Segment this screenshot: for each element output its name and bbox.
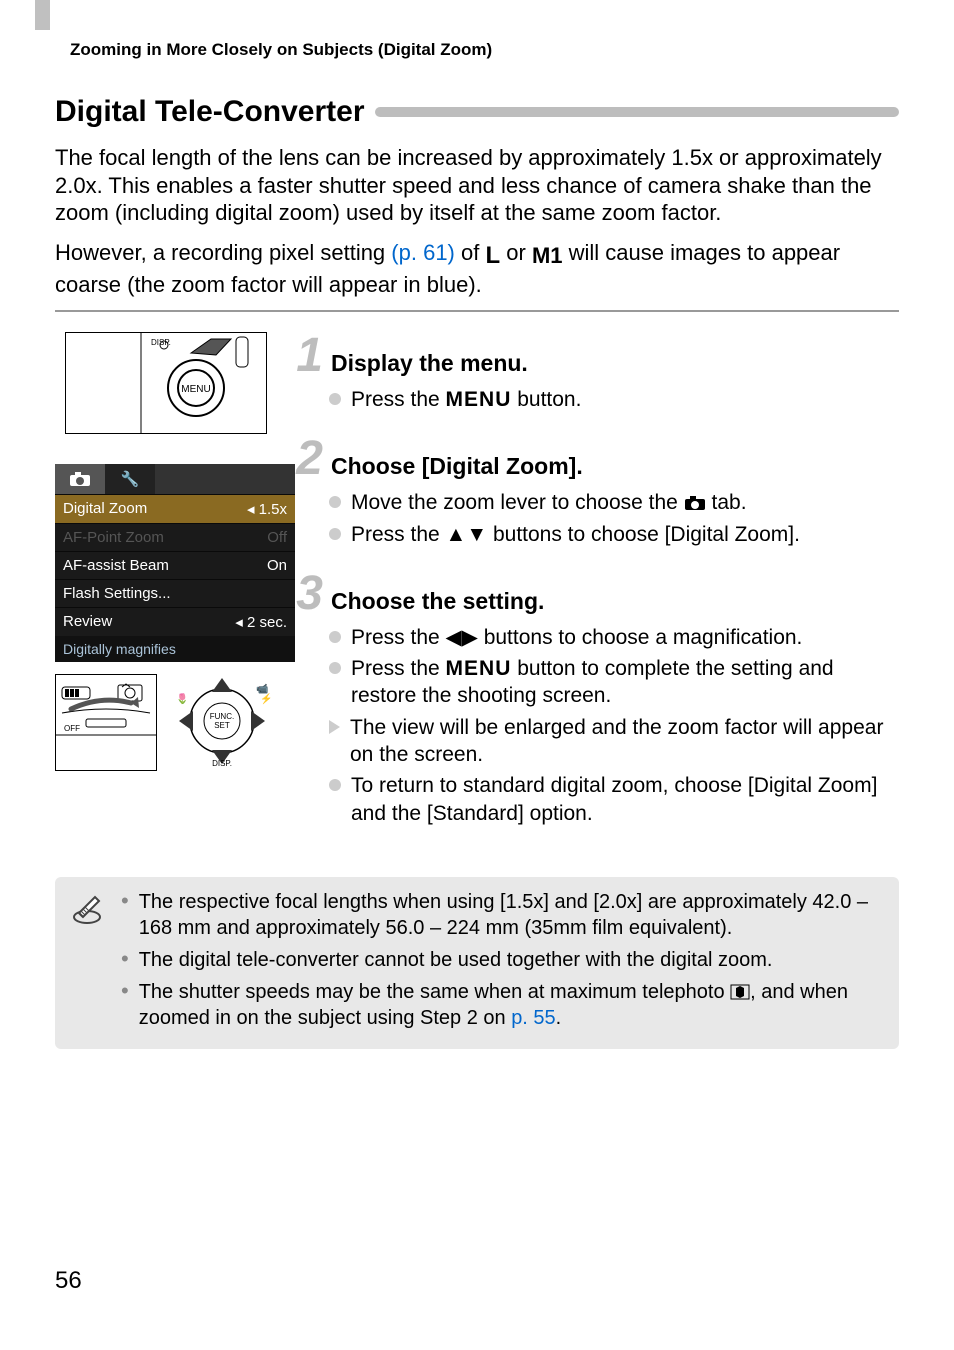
step-bullet: Press the MENU button. [329, 386, 899, 413]
step-bullet: Move the zoom lever to choose the tab. [329, 489, 899, 516]
bullet-text: Press the MENU button. [351, 386, 581, 413]
svg-text:MENU: MENU [181, 384, 210, 395]
menu-row: Digital Zoom ◂ 1.5x [55, 494, 295, 523]
bullet-text: Press the MENU button to complete the se… [351, 655, 899, 710]
menu-row: AF-assist Beam On [55, 551, 295, 579]
intro-text-a: However, a recording pixel setting [55, 240, 391, 265]
divider [55, 310, 899, 312]
menu-row-value: On [267, 557, 287, 574]
menu-row-value: ◂ 1.5x [247, 500, 287, 518]
step-bullet: Press the MENU button to complete the se… [329, 655, 899, 710]
bullet-icon [329, 779, 341, 791]
bullet-icon [329, 631, 341, 643]
left-right-buttons-icon: ◀▶ [446, 626, 478, 649]
menu-row-label: AF-Point Zoom [63, 529, 164, 546]
camera-tab [55, 464, 105, 494]
running-header: Zooming in More Closely on Subjects (Dig… [70, 40, 899, 60]
note-box: •The respective focal lengths when using… [55, 877, 899, 1049]
bullet-text: Press the ▲▼ buttons to choose [Digital … [351, 521, 800, 548]
step-title: Choose the setting. [331, 588, 544, 615]
bullet-icon [329, 528, 341, 540]
bullet-icon [329, 393, 341, 405]
step-bullet: Press the ◀▶ buttons to choose a magnifi… [329, 624, 899, 651]
note-text: The respective focal lengths when using … [139, 889, 883, 941]
page-number: 56 [55, 1267, 82, 1295]
telephoto-icon [730, 984, 750, 1000]
note-item: • The digital tele-converter cannot be us… [121, 947, 883, 973]
intro-text-b: of [455, 240, 486, 265]
menu-row-label: Review [63, 613, 112, 631]
m1-size-icon: M1 [532, 242, 563, 270]
camera-tab-icon [684, 495, 706, 511]
menu-row: Flash Settings... [55, 579, 295, 607]
result-arrow-icon [329, 720, 340, 734]
svg-text:DISP.: DISP. [212, 759, 232, 768]
note-item: •The respective focal lengths when using… [121, 889, 883, 941]
step-title: Choose [Digital Zoom]. [331, 453, 583, 480]
margin-bar [35, 0, 50, 30]
svg-text:🌷: 🌷 [176, 692, 188, 705]
note-item: •The shutter speeds may be the same when… [121, 979, 883, 1031]
bullet-text: To return to standard digital zoom, choo… [351, 772, 899, 827]
step-number: 1 [287, 332, 323, 380]
menu-row: AF-Point Zoom Off [55, 523, 295, 551]
step-bullet: To return to standard digital zoom, choo… [329, 772, 899, 827]
tools-tab: 🔧 [105, 464, 155, 494]
l-size-icon: L [485, 241, 500, 271]
pencil-icon [71, 889, 103, 1037]
menu-row-label: Flash Settings... [63, 585, 171, 602]
intro-or: or [500, 240, 532, 265]
note-bullet-icon: • [121, 889, 129, 941]
step-block: 1Display the menu.Press the MENU button. [325, 332, 899, 413]
intro-paragraph-1: The focal length of the lens can be incr… [55, 144, 899, 227]
up-down-buttons-icon: ▲▼ [446, 523, 488, 546]
step-block: 3Choose the setting.Press the ◀▶ buttons… [325, 570, 899, 827]
svg-text:OFF: OFF [64, 724, 80, 733]
note-text: The shutter speeds may be the same when … [139, 979, 883, 1031]
step-block: 2Choose [Digital Zoom].Move the zoom lev… [325, 435, 899, 548]
menu-row-value: Off [267, 529, 287, 546]
section-rule [375, 107, 899, 117]
intro-paragraph-2: However, a recording pixel setting (p. 6… [55, 239, 899, 299]
menu-row-label: AF-assist Beam [63, 557, 169, 574]
camera-back-diagram: MENU DISP. [65, 332, 267, 434]
dpad-diagram: FUNC. SET DISP. ⚡ 🌷 📹 [172, 674, 272, 769]
step-bullet: The view will be enlarged and the zoom f… [329, 714, 899, 769]
step-title: Display the menu. [331, 350, 528, 377]
page-ref-61: (p. 61) [391, 240, 455, 265]
menu-tabs: 🔧 [55, 464, 295, 494]
svg-text:📹: 📹 [256, 683, 268, 695]
menu-row-label: Digital Zoom [63, 500, 147, 518]
bullet-text: The view will be enlarged and the zoom f… [350, 714, 899, 769]
zoom-lever-diagram: OFF [55, 674, 157, 771]
bullet-text: Press the ◀▶ buttons to choose a magnifi… [351, 624, 802, 651]
note-bullet-icon: • [121, 947, 129, 973]
menu-helper-text: Digitally magnifies [55, 636, 295, 662]
menu-screenshot: 🔧 Digital Zoom ◂ 1.5x AF-Point Zoom Off AF-a… [55, 464, 295, 662]
svg-text:DISP.: DISP. [151, 338, 171, 347]
svg-text:SET: SET [214, 721, 230, 730]
bullet-text: Move the zoom lever to choose the tab. [351, 489, 747, 516]
bullet-icon [329, 496, 341, 508]
bullet-icon [329, 662, 341, 674]
menu-button-label: MENU [446, 657, 512, 680]
step-bullet: Press the ▲▼ buttons to choose [Digital … [329, 521, 899, 548]
menu-row-value: ◂ 2 sec. [235, 613, 287, 631]
note-bullet-icon: • [121, 979, 129, 1031]
menu-button-label: MENU [446, 388, 512, 411]
svg-text:FUNC.: FUNC. [210, 712, 234, 721]
step-number: 2 [287, 435, 323, 483]
page-ref-55: p. 55 [511, 1007, 555, 1029]
step-number: 3 [287, 570, 323, 618]
menu-row: Review ◂ 2 sec. [55, 607, 295, 636]
section-title: Digital Tele-Converter [55, 95, 375, 129]
note-text: The digital tele-converter cannot be use… [139, 947, 773, 973]
